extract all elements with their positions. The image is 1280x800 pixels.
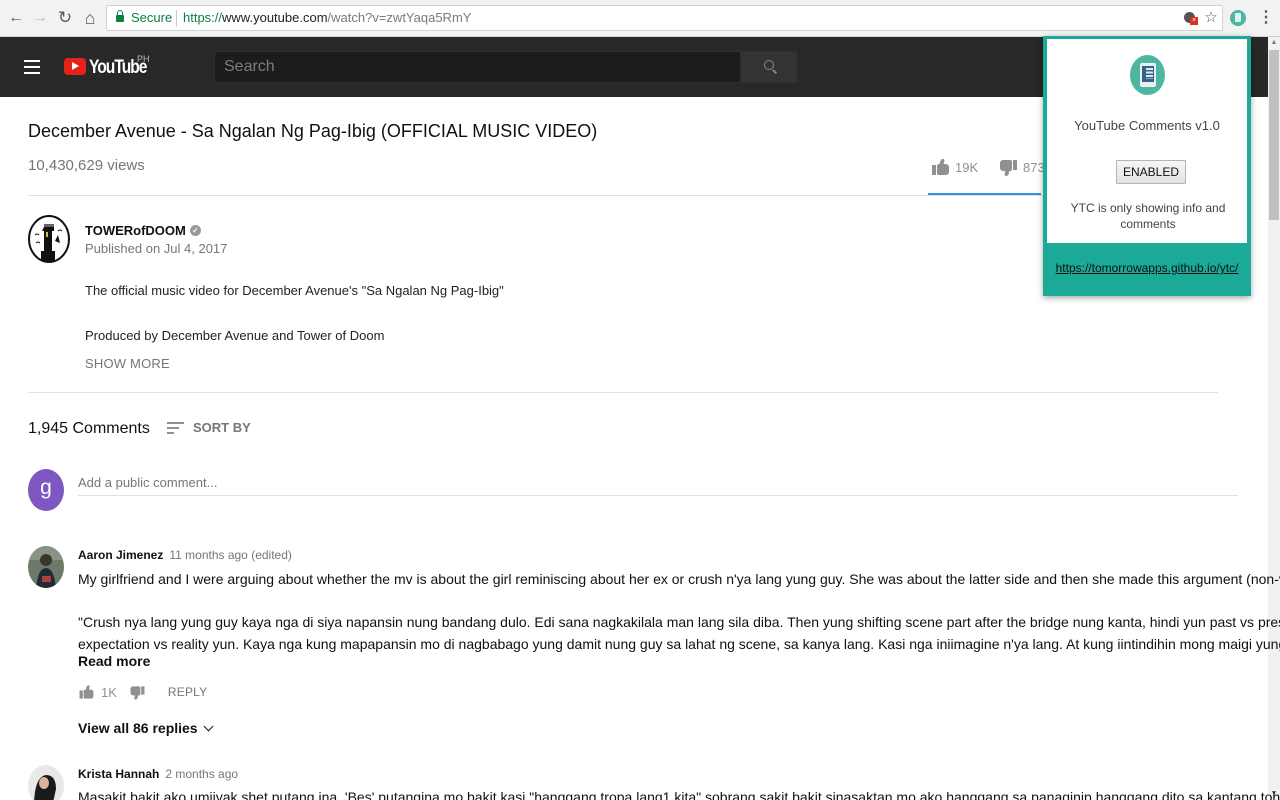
popup-body: YouTube Comments v1.0 ENABLED YTC is onl…	[1047, 39, 1247, 243]
search-box	[214, 51, 741, 83]
youtube-comments-extension-popup: YouTube Comments v1.0 ENABLED YTC is onl…	[1043, 36, 1251, 296]
scroll-thumb[interactable]	[1269, 50, 1279, 220]
country-code: PH	[137, 54, 150, 64]
channel-avatar[interactable]	[28, 215, 70, 263]
thumbs-up-icon	[932, 158, 949, 176]
view-count: 10,430,629 views	[28, 157, 145, 174]
like-button[interactable]: 19K	[932, 157, 978, 177]
verified-badge-icon: ✓	[189, 225, 201, 236]
url-text[interactable]: https://www.youtube.com/watch?v=zwtYaqa5…	[183, 10, 471, 25]
comment-header: Aaron Jimenez 11 months ago (edited)	[78, 548, 292, 562]
thumbs-down-icon	[1000, 159, 1017, 176]
hamburger-menu-icon[interactable]	[24, 60, 40, 74]
description-line: The official music video for December Av…	[85, 283, 504, 298]
extension-status-text: YTC is only showing info and comments	[1070, 201, 1226, 231]
read-more-link[interactable]: Read more	[78, 653, 150, 669]
dislike-count: 873	[1023, 159, 1045, 175]
channel-name[interactable]: TOWERofDOOM ✓	[85, 223, 201, 238]
comment-text-line: Masakit bakit ako umiiyak shet putang in…	[78, 789, 1280, 800]
comment-like-count: 1K	[101, 684, 117, 700]
commenter-avatar[interactable]	[28, 765, 64, 800]
blocked-content-icon[interactable]: ×	[1183, 10, 1199, 26]
comment-actions: 1K REPLY	[78, 684, 207, 700]
description-line: Produced by December Avenue and Tower of…	[85, 328, 385, 343]
enabled-toggle-button[interactable]: ENABLED	[1116, 160, 1186, 184]
sort-by-button[interactable]: SORT BY	[167, 420, 251, 435]
extension-logo-icon	[1130, 55, 1165, 95]
secure-label: Secure	[131, 10, 173, 25]
info-divider	[28, 195, 1058, 196]
profile-photo-icon	[28, 546, 64, 588]
bookmark-star-icon[interactable]: ☆	[1203, 10, 1219, 26]
profile-photo-icon	[28, 765, 64, 800]
view-replies-button[interactable]: View all 86 replies	[78, 720, 214, 736]
back-button[interactable]: ←	[6, 8, 26, 28]
youtube-play-icon	[64, 58, 86, 75]
comment-text-line: My girlfriend and I were arguing about w…	[78, 571, 1280, 587]
publish-date: Published on Jul 4, 2017	[85, 241, 228, 256]
comment-text-line: "Crush nya lang yung guy kaya nga di siy…	[78, 614, 1280, 630]
comment-header: Krista Hannah 2 months ago	[78, 767, 238, 781]
comment-author[interactable]: Aaron Jimenez	[78, 548, 163, 562]
extension-title: YouTube Comments v1.0	[1074, 118, 1220, 133]
search-button[interactable]	[741, 51, 797, 83]
video-title: December Avenue - Sa Ngalan Ng Pag-Ibig …	[28, 121, 598, 141]
description-divider	[28, 392, 1218, 393]
comment-author[interactable]: Krista Hannah	[78, 767, 159, 781]
add-comment-input[interactable]	[78, 470, 1238, 496]
home-button[interactable]: ⌂	[80, 8, 100, 28]
scroll-up-arrow[interactable]: ▲	[1268, 37, 1280, 49]
reload-button[interactable]: ↻	[55, 8, 75, 28]
extension-homepage-link[interactable]: https://tomorrowapps.github.io/ytc/	[1043, 261, 1251, 275]
comment-like-icon[interactable]	[79, 685, 94, 699]
comment-time[interactable]: 2 months ago	[165, 767, 238, 781]
comment-dislike-icon[interactable]	[130, 685, 145, 699]
chevron-down-icon	[203, 721, 214, 731]
comment-text-line: expectation vs reality yun. Kaya nga kun…	[78, 636, 1280, 652]
reply-button[interactable]: REPLY	[168, 685, 207, 699]
user-avatar[interactable]: g	[28, 469, 64, 511]
comment-count: 1,945 Comments	[28, 420, 150, 437]
page-scrollbar[interactable]: ▲ ▼	[1268, 37, 1280, 800]
address-divider	[176, 10, 177, 27]
youtube-comments-extension-icon[interactable]	[1230, 10, 1246, 26]
search-input[interactable]	[215, 52, 740, 82]
address-bar[interactable]: Secure https://www.youtube.com/watch?v=z…	[106, 5, 1223, 31]
commenter-avatar[interactable]	[28, 546, 64, 588]
like-count: 19K	[955, 159, 979, 175]
show-more-button[interactable]: SHOW MORE	[85, 356, 170, 371]
dislike-button[interactable]: 873	[1000, 157, 1045, 177]
tower-of-doom-logo-icon	[28, 215, 70, 263]
browser-toolbar: ← → ↻ ⌂ Secure https://www.youtube.com/w…	[0, 0, 1280, 37]
forward-button[interactable]: →	[30, 8, 50, 28]
comment-time[interactable]: 11 months ago (edited)	[169, 548, 292, 562]
sort-icon	[167, 421, 184, 435]
lock-icon	[116, 10, 124, 23]
browser-menu-icon[interactable]: ⋮	[1258, 8, 1274, 28]
